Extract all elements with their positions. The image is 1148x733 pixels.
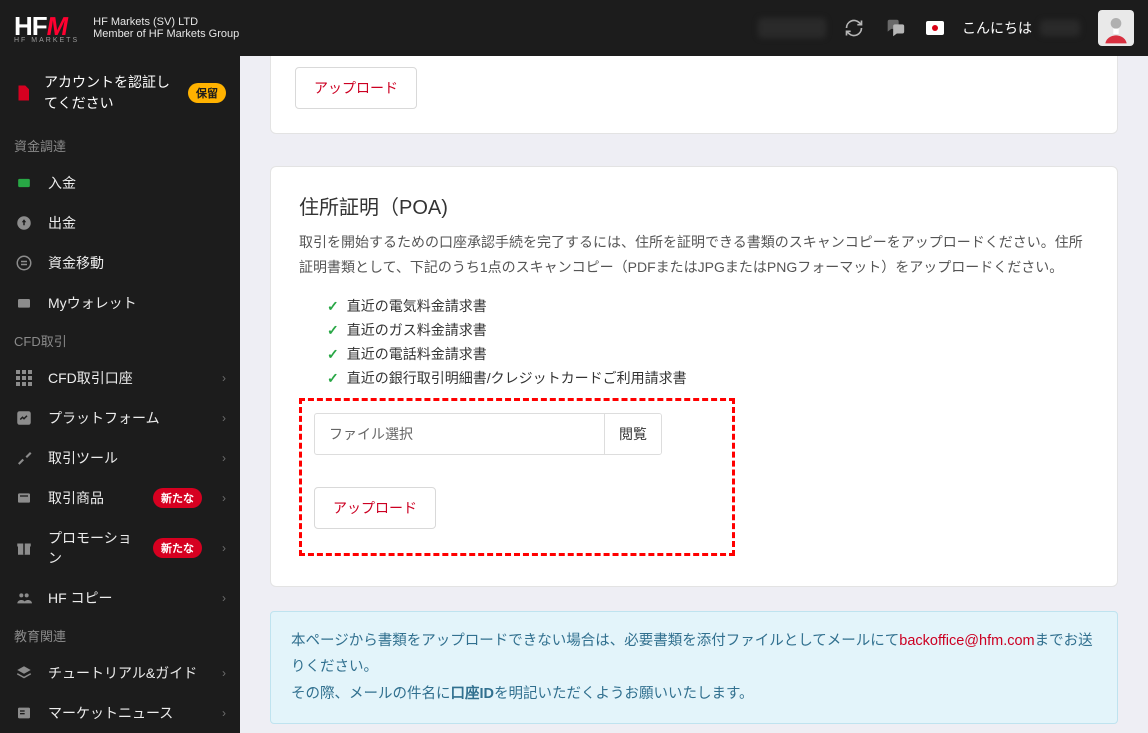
chevron-right-icon: ›: [222, 591, 226, 605]
info-bold: 口座ID: [451, 686, 495, 702]
account-balance: [758, 18, 826, 38]
refresh-icon[interactable]: [844, 18, 864, 38]
news-icon: [14, 705, 34, 721]
nav-tools-label: 取引ツール: [48, 448, 208, 468]
file-selector[interactable]: ファイル選択 閲覧: [314, 413, 662, 455]
poa-card: 住所証明（POA) 取引を開始するための口座承認手続を完了するには、住所を証明で…: [270, 166, 1118, 587]
document-icon: [14, 82, 32, 104]
poa-description: 取引を開始するための口座承認手続を完了するには、住所を証明できる書類のスキャンコ…: [299, 230, 1089, 280]
info-line2b: を明記いただくようお願いいたします。: [494, 686, 754, 702]
chevron-right-icon: ›: [222, 371, 226, 385]
nav-tutorials-label: チュートリアル&ガイド: [48, 663, 208, 683]
company-line1: HF Markets (SV) LTD: [93, 16, 239, 28]
nav-products-label: 取引商品: [48, 488, 139, 508]
upload-card-top: アップロード: [270, 56, 1118, 134]
nav-wallet-label: Myウォレット: [48, 293, 226, 313]
wallet-icon: [14, 295, 34, 311]
upload-highlight-box: ファイル選択 閲覧 アップロード: [299, 398, 735, 556]
chevron-right-icon: ›: [222, 411, 226, 425]
nav-news[interactable]: マーケットニュース ›: [0, 693, 240, 733]
info-line2a: その際、メールの件名に: [291, 686, 451, 702]
nav-hfcopy-label: HF コピー: [48, 588, 208, 608]
nav-withdraw-label: 出金: [48, 213, 226, 233]
tools-icon: [14, 449, 34, 467]
products-icon: [14, 490, 34, 506]
nav-platform[interactable]: プラットフォーム ›: [0, 398, 240, 438]
withdraw-icon: [14, 214, 34, 232]
nav-cfd-accounts[interactable]: CFD取引口座 ›: [0, 358, 240, 398]
chevron-right-icon: ›: [222, 491, 226, 505]
language-flag-jp-icon[interactable]: [926, 21, 944, 35]
check-icon: ✓: [327, 346, 339, 363]
username: [1040, 20, 1080, 36]
info-pre: 本ページから書類をアップロードできない場合は、必要書類を添付ファイルとしてメール…: [291, 633, 899, 649]
chart-icon: [14, 409, 34, 427]
deposit-icon: [14, 176, 34, 190]
verify-account-item[interactable]: アカウントを認証してください 保留: [0, 62, 240, 128]
nav-hfcopy[interactable]: HF コピー ›: [0, 578, 240, 618]
check-item-3: 直近の銀行取引明細書/クレジットカードご利用請求書: [347, 368, 687, 388]
nav-deposit[interactable]: 入金: [0, 163, 240, 203]
nav-tutorials[interactable]: チュートリアル&ガイド ›: [0, 653, 240, 693]
check-icon: ✓: [327, 298, 339, 315]
file-input[interactable]: ファイル選択: [315, 414, 604, 454]
check-item-1: 直近のガス料金請求書: [347, 320, 487, 340]
nav-transfer[interactable]: 資金移動: [0, 243, 240, 283]
user-avatar[interactable]: [1098, 10, 1134, 46]
nav-wallet[interactable]: Myウォレット: [0, 283, 240, 323]
upload-button-poa[interactable]: アップロード: [314, 487, 436, 529]
nav-promotion-label: プロモーション: [48, 528, 139, 568]
status-badge: 保留: [188, 83, 226, 103]
transfer-icon: [14, 254, 34, 272]
chevron-right-icon: ›: [222, 451, 226, 465]
poa-title: 住所証明（POA): [299, 191, 1089, 220]
chat-icon[interactable]: [882, 17, 908, 39]
chevron-right-icon: ›: [222, 706, 226, 720]
nav-tools[interactable]: 取引ツール ›: [0, 438, 240, 478]
nav-promotion[interactable]: プロモーション 新たな ›: [0, 518, 240, 578]
nav-platform-label: プラットフォーム: [48, 408, 208, 428]
grid-icon: [14, 370, 34, 386]
gift-icon: [14, 539, 34, 557]
nav-withdraw[interactable]: 出金: [0, 203, 240, 243]
check-item-2: 直近の電話料金請求書: [347, 344, 487, 364]
check-icon: ✓: [327, 370, 339, 387]
chevron-right-icon: ›: [222, 666, 226, 680]
layers-icon: [14, 664, 34, 682]
chevron-right-icon: ›: [222, 541, 226, 555]
check-item-0: 直近の電気料金請求書: [347, 296, 487, 316]
company-line2: Member of HF Markets Group: [93, 28, 239, 40]
check-icon: ✓: [327, 322, 339, 339]
section-education: 教育関連: [0, 618, 240, 653]
nav-transfer-label: 資金移動: [48, 253, 226, 273]
verify-text: アカウントを認証してください: [44, 72, 176, 114]
people-icon: [14, 590, 34, 606]
nav-news-label: マーケットニュース: [48, 703, 208, 723]
nav-products[interactable]: 取引商品 新たな ›: [0, 478, 240, 518]
section-cfd: CFD取引: [0, 323, 240, 358]
brand-logo-icon: HFM: [14, 13, 79, 39]
browse-button[interactable]: 閲覧: [604, 414, 661, 454]
greeting: こんにちは: [962, 18, 1032, 38]
support-email-link[interactable]: backoffice@hfm.com: [899, 633, 1034, 649]
section-funding: 資金調達: [0, 128, 240, 163]
nav-accounts-label: CFD取引口座: [48, 368, 208, 388]
new-badge: 新たな: [153, 538, 202, 558]
info-banner: 本ページから書類をアップロードできない場合は、必要書類を添付ファイルとしてメール…: [270, 611, 1118, 723]
upload-button-top[interactable]: アップロード: [295, 67, 417, 109]
new-badge: 新たな: [153, 488, 202, 508]
nav-deposit-label: 入金: [48, 173, 226, 193]
